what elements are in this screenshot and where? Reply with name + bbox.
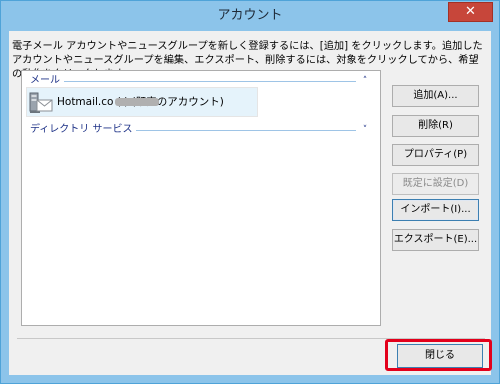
window-close-button[interactable]: ✕: [448, 2, 493, 22]
group-divider: [32, 81, 356, 82]
account-dialog: アカウント ✕ 電子メール アカウントやニュースグループを新しく登録するには、[…: [0, 0, 500, 384]
group-label-directory: ディレクトリ サービス: [30, 123, 137, 137]
mail-account-icon: [29, 91, 53, 115]
group-label-mail: メール: [30, 74, 64, 88]
account-list[interactable]: メール ˄ Hotmail.co ( ) (既定のアカウント): [21, 70, 381, 326]
delete-button[interactable]: 削除(R): [392, 115, 479, 137]
chevron-up-icon[interactable]: ˄: [360, 74, 370, 88]
add-button[interactable]: 追加(A)...: [392, 85, 479, 107]
chevron-down-icon[interactable]: ˅: [360, 123, 370, 137]
window-title: アカウント: [217, 8, 283, 23]
dialog-body: 電子メール アカウントやニュースグループを新しく登録するには、[追加] をクリッ…: [9, 31, 492, 375]
properties-button[interactable]: プロパティ(P): [392, 144, 479, 166]
close-button[interactable]: 閉じる: [397, 344, 483, 368]
group-header-directory[interactable]: ディレクトリ サービス ˅: [28, 123, 372, 137]
title-bar[interactable]: アカウント ✕: [1, 1, 499, 31]
redacted-email-mask: [115, 98, 159, 106]
account-item-hotmail[interactable]: Hotmail.co ( ) (既定のアカウント): [26, 87, 258, 117]
export-button[interactable]: エクスポート(E)...: [392, 229, 479, 251]
set-default-button[interactable]: 既定に設定(D): [392, 173, 479, 195]
group-header-mail[interactable]: メール ˄: [28, 74, 372, 88]
import-button[interactable]: インポート(I)...: [392, 199, 479, 221]
